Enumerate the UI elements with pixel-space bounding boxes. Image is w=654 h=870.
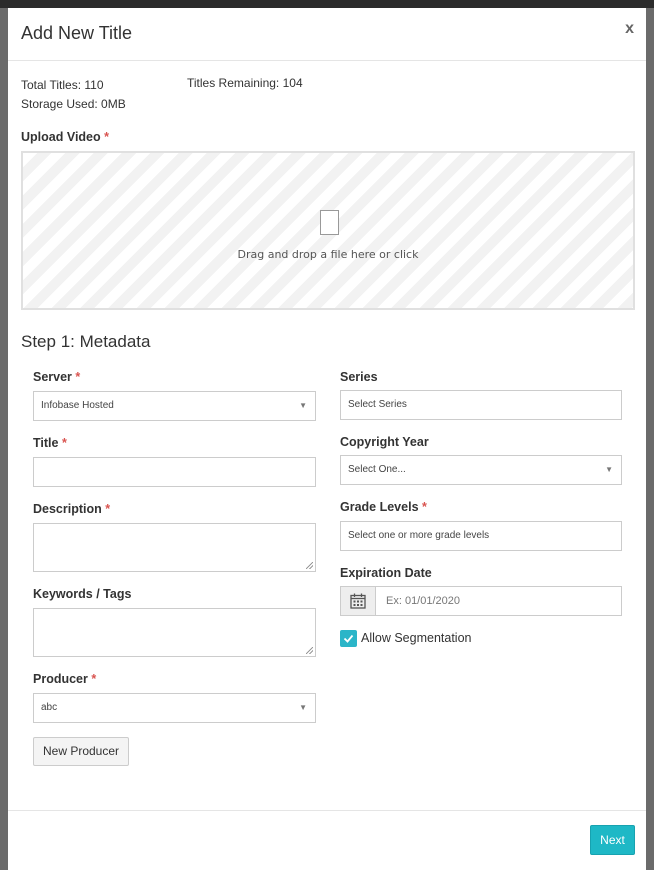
description-textarea[interactable]: [33, 523, 316, 572]
series-label: Series: [340, 370, 378, 384]
required-marker: *: [104, 130, 109, 144]
dropzone-text: Drag and drop a file here or click: [237, 248, 419, 261]
allow-segmentation-label[interactable]: Allow Segmentation: [361, 631, 471, 645]
keywords-textarea[interactable]: [33, 608, 316, 657]
file-icon: [320, 210, 339, 235]
check-icon: [343, 634, 354, 643]
required-marker: *: [61, 436, 67, 450]
required-marker: *: [75, 370, 81, 384]
copyright-label: Copyright Year: [340, 435, 429, 449]
title-label: Title *: [33, 436, 67, 450]
modal-title: Add New Title: [21, 23, 133, 43]
server-value: Infobase Hosted: [41, 400, 114, 411]
total-titles: Total Titles: 110: [21, 78, 104, 92]
modal-header: Add New Title x: [8, 8, 646, 61]
expiration-label: Expiration Date: [340, 566, 432, 580]
keywords-label: Keywords / Tags: [33, 587, 132, 601]
backdrop-left: [0, 8, 8, 870]
chevron-down-icon: ▼: [299, 703, 307, 712]
grade-label: Grade Levels *: [340, 500, 427, 514]
calendar-icon[interactable]: [341, 587, 376, 615]
upload-video-text: Upload Video: [21, 130, 101, 144]
grade-placeholder: Select one or more grade levels: [348, 530, 490, 541]
step-title: Step 1: Metadata: [21, 332, 151, 351]
server-label: Server *: [33, 370, 80, 384]
producer-label: Producer *: [33, 672, 96, 686]
copyright-value: Select One...: [348, 464, 406, 475]
copyright-select[interactable]: Select One... ▼: [340, 455, 622, 485]
producer-select[interactable]: abc ▼: [33, 693, 316, 723]
new-producer-button[interactable]: New Producer: [33, 737, 129, 766]
description-label: Description *: [33, 502, 110, 516]
server-select[interactable]: Infobase Hosted ▼: [33, 391, 316, 421]
required-marker: *: [105, 502, 111, 516]
next-button[interactable]: Next: [590, 825, 635, 855]
producer-value: abc: [41, 702, 58, 713]
titles-remaining: Titles Remaining: 104: [187, 76, 303, 90]
app-top-bar: [0, 0, 654, 8]
allow-segmentation-checkbox[interactable]: [340, 630, 357, 647]
add-title-modal: Add New Title x Total Titles: 110 Storag…: [8, 8, 646, 870]
server-label-text: Server: [33, 370, 72, 384]
title-input[interactable]: [33, 457, 316, 487]
description-label-text: Description: [33, 502, 102, 516]
grade-levels-select[interactable]: Select one or more grade levels: [340, 521, 622, 551]
producer-label-text: Producer: [33, 672, 88, 686]
chevron-down-icon: ▼: [299, 401, 307, 410]
required-marker: *: [91, 672, 97, 686]
storage-used: Storage Used: 0MB: [21, 97, 126, 111]
grade-label-text: Grade Levels: [340, 500, 419, 514]
expiration-date-input[interactable]: Ex: 01/01/2020: [386, 587, 460, 615]
expiration-date-group: Ex: 01/01/2020: [340, 586, 622, 616]
title-label-text: Title: [33, 436, 59, 450]
resize-grip-icon[interactable]: [306, 647, 313, 654]
chevron-down-icon: ▼: [605, 465, 613, 474]
close-icon[interactable]: x: [625, 20, 634, 38]
file-dropzone[interactable]: Drag and drop a file here or click: [21, 151, 635, 310]
series-select[interactable]: Select Series: [340, 390, 622, 420]
backdrop-right: [646, 8, 654, 870]
required-marker: *: [422, 500, 427, 514]
modal-footer: Next: [8, 810, 646, 870]
upload-video-label: Upload Video *: [21, 130, 109, 144]
series-placeholder: Select Series: [348, 399, 407, 410]
resize-grip-icon[interactable]: [306, 562, 313, 569]
stats-left: Total Titles: 110 Storage Used: 0MB: [21, 76, 126, 114]
